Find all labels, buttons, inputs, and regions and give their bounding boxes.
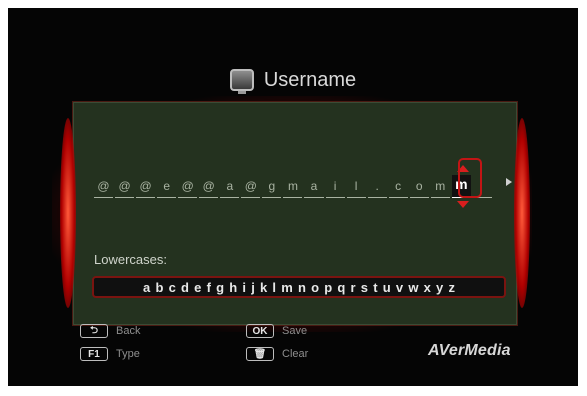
key-z[interactable]: z (446, 280, 458, 295)
hint-back-label: Back (116, 325, 141, 337)
key-d[interactable]: d (178, 280, 191, 295)
username-char[interactable]: a (304, 179, 324, 198)
username-char[interactable]: @ (241, 179, 261, 198)
key-y[interactable]: y (433, 280, 445, 295)
panel-glow-left (60, 118, 76, 308)
key-f[interactable]: f (204, 280, 214, 295)
username-char[interactable]: i (325, 179, 345, 198)
f1-key: F1 (80, 347, 108, 361)
onscreen-keyboard: abcdefghijklmnopqrstuvwxyz (92, 276, 506, 298)
username-char[interactable]: m (430, 179, 450, 198)
panel-glow-right (514, 118, 530, 308)
key-x[interactable]: x (421, 280, 433, 295)
key-u[interactable]: u (380, 280, 393, 295)
key-j[interactable]: j (249, 280, 258, 295)
key-i[interactable]: i (240, 280, 249, 295)
keyboard-mode-label: Lowercases: (94, 252, 167, 267)
key-r[interactable]: r (348, 280, 358, 295)
key-m[interactable]: m (279, 280, 296, 295)
username-char[interactable]: e (157, 179, 177, 198)
ok-key: OK (246, 324, 274, 338)
hint-save-label: Save (282, 325, 308, 337)
chevron-right-icon[interactable] (506, 178, 512, 186)
username-input[interactable]: @ @ @ e @ @ a @ g m a i l. c o m m (94, 162, 494, 208)
active-char-frame (458, 158, 482, 198)
key-o[interactable]: o (309, 280, 322, 295)
key-e[interactable]: e (192, 280, 204, 295)
username-char[interactable]: @ (178, 179, 198, 198)
back-key-icon: ⮌ (80, 324, 108, 338)
key-p[interactable]: p (322, 280, 335, 295)
key-h[interactable]: h (227, 280, 240, 295)
username-char[interactable]: a (220, 179, 240, 198)
key-v[interactable]: v (393, 280, 405, 295)
username-char[interactable]: m (283, 179, 303, 198)
key-g[interactable]: g (214, 280, 227, 295)
title-row: Username (8, 64, 578, 96)
username-char[interactable]: . (367, 179, 387, 198)
key-l[interactable]: l (270, 280, 279, 295)
hint-type[interactable]: F1 Type (80, 347, 140, 361)
key-s[interactable]: s (358, 280, 370, 295)
username-char[interactable]: g (262, 179, 282, 198)
hint-back[interactable]: ⮌ Back (80, 324, 140, 338)
key-c[interactable]: c (166, 280, 178, 295)
hint-type-label: Type (116, 348, 140, 360)
username-char[interactable]: @ (115, 179, 135, 198)
hint-clear[interactable]: 🗑 Clear (246, 347, 308, 361)
username-char[interactable]: @ (94, 179, 114, 198)
key-a[interactable]: a (140, 280, 152, 295)
username-char[interactable]: @ (199, 179, 219, 198)
username-char[interactable]: l (346, 179, 366, 198)
monitor-icon (229, 69, 254, 94)
brand-logo: AVerMedia (428, 342, 511, 359)
key-w[interactable]: w (406, 280, 421, 295)
hint-save[interactable]: OK Save (246, 324, 307, 338)
trash-icon: 🗑 (246, 347, 274, 361)
username-char[interactable]: o (409, 179, 429, 198)
username-char[interactable]: @ (136, 179, 156, 198)
username-char[interactable]: c (388, 179, 408, 198)
key-q[interactable]: q (335, 280, 348, 295)
tv-screen: Username @ @ @ e @ @ a @ g m a i l. c o m m Lowercases: … (8, 8, 578, 386)
key-k[interactable]: k (257, 280, 269, 295)
page-title: Username (263, 68, 357, 91)
key-t[interactable]: t (371, 280, 381, 295)
key-b[interactable]: b (153, 280, 166, 295)
key-n[interactable]: n (295, 280, 308, 295)
hint-clear-label: Clear (282, 348, 309, 360)
